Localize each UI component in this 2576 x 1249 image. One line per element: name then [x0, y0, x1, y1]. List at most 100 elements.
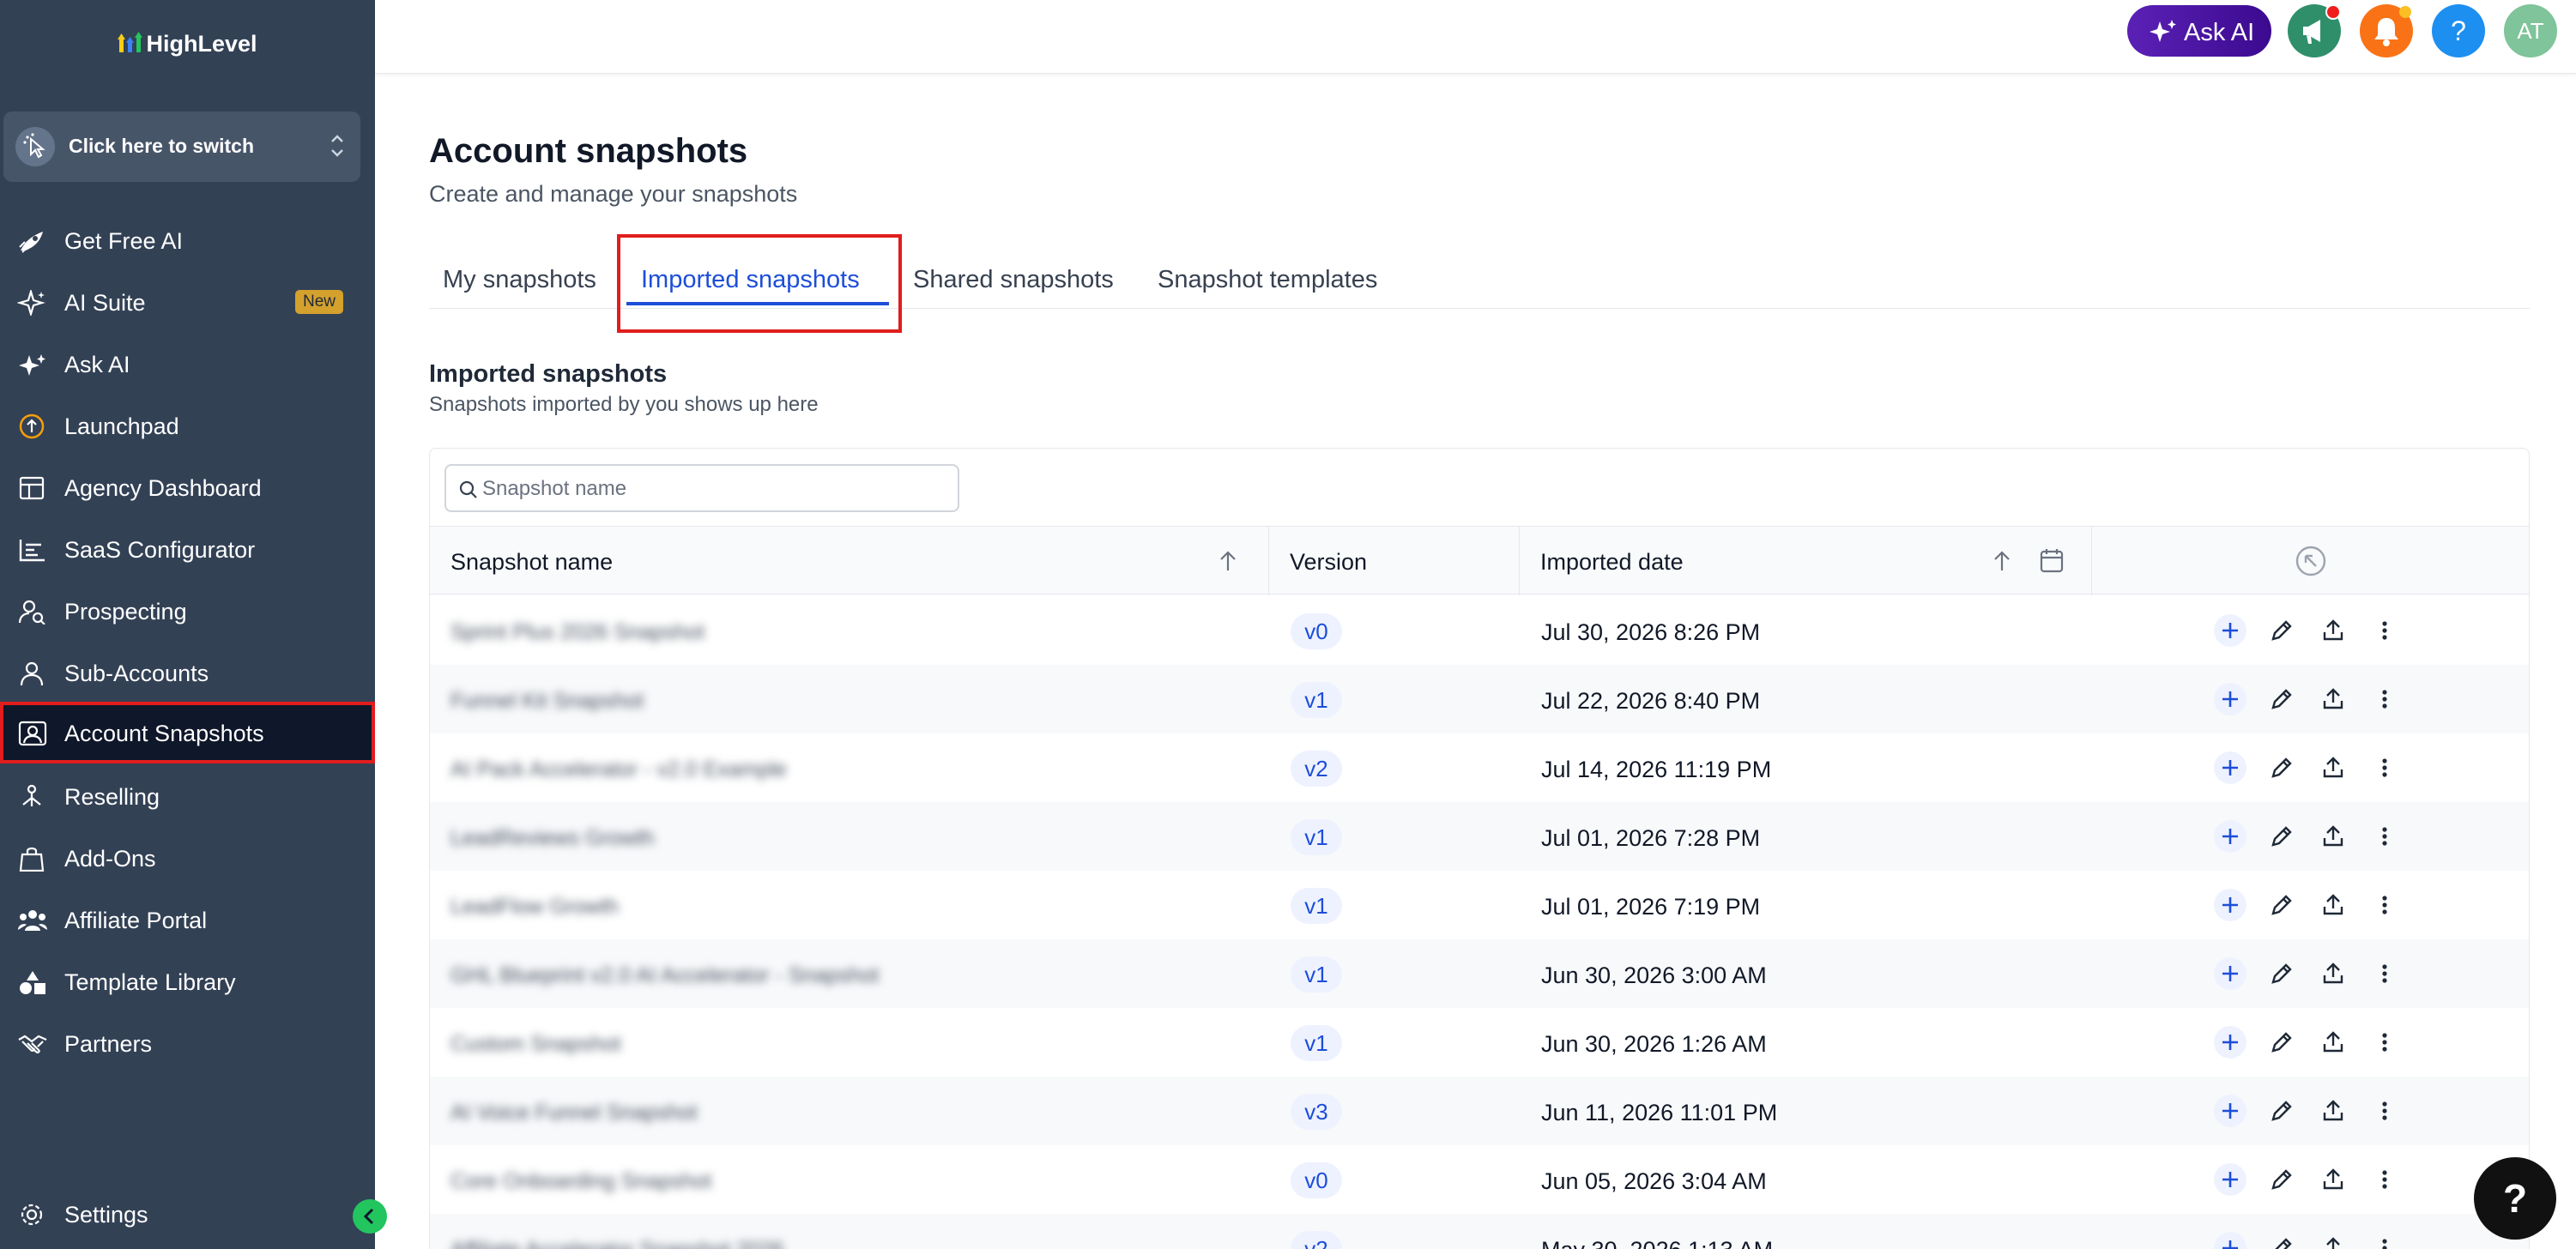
sidebar-item-prospecting[interactable]: Prospecting — [0, 580, 375, 642]
sidebar-item-launchpad[interactable]: Launchpad — [0, 395, 375, 456]
imported-date: Jun 11, 2026 11:01 PM — [1541, 1100, 1778, 1125]
help-fab-button[interactable]: ? — [2474, 1157, 2556, 1240]
table-row[interactable]: Funnel Kit Snapshot v1 Jul 22, 2026 8:40… — [430, 665, 2529, 733]
upload-share-icon[interactable] — [2316, 751, 2350, 785]
sort-arrow-up-icon[interactable] — [1218, 549, 1238, 577]
avatar[interactable]: AT — [2504, 4, 2557, 57]
notifications-button[interactable] — [2360, 4, 2413, 57]
sidebar-item-reselling[interactable]: Reselling — [0, 765, 375, 827]
sidebar-item-sub-accounts[interactable]: Sub-Accounts — [0, 642, 375, 703]
column-label: Imported date — [1540, 549, 1684, 575]
upload-share-icon[interactable] — [2316, 682, 2350, 716]
more-vertical-icon[interactable] — [2367, 1025, 2402, 1059]
collapse-sidebar-button[interactable] — [353, 1199, 387, 1234]
add-icon[interactable] — [2213, 613, 2247, 648]
sidebar-item-affiliate-portal[interactable]: Affiliate Portal — [0, 889, 375, 950]
edit-pencil-icon[interactable] — [2265, 819, 2299, 854]
upload-share-icon[interactable] — [2316, 1162, 2350, 1197]
add-icon[interactable] — [2213, 682, 2247, 716]
sidebar-item-saas-configurator[interactable]: SaaS Configurator — [0, 518, 375, 580]
imported-date: Jul 30, 2026 8:26 PM — [1541, 619, 1761, 645]
tab-shared-snapshots[interactable]: Shared snapshots — [913, 266, 1114, 294]
upload-share-icon[interactable] — [2316, 819, 2350, 854]
rocket-icon — [17, 228, 48, 254]
upload-share-icon[interactable] — [2316, 1231, 2350, 1249]
add-icon[interactable] — [2213, 888, 2247, 922]
brand-logo[interactable]: HighLevel — [0, 31, 375, 60]
help-button[interactable]: ? — [2432, 4, 2485, 57]
more-vertical-icon[interactable] — [2367, 751, 2402, 785]
sidebar-item-ai-suite[interactable]: AI Suite New — [0, 271, 375, 333]
upload-share-icon[interactable] — [2316, 956, 2350, 991]
edit-pencil-icon[interactable] — [2265, 1025, 2299, 1059]
table-row[interactable]: LeadFlow Growth v1 Jul 01, 2026 7:19 PM — [430, 871, 2529, 939]
table-row[interactable]: Custom Snapshot v1 Jun 30, 2026 1:26 AM — [430, 1008, 2529, 1077]
more-vertical-icon[interactable] — [2367, 819, 2402, 854]
add-icon[interactable] — [2213, 956, 2247, 991]
search-input[interactable] — [482, 474, 946, 504]
calendar-icon[interactable] — [2040, 547, 2064, 577]
column-header-imported-date[interactable]: Imported date — [1520, 527, 2092, 595]
sidebar-item-label: Reselling — [64, 784, 160, 810]
upload-share-icon[interactable] — [2316, 888, 2350, 922]
more-vertical-icon[interactable] — [2367, 888, 2402, 922]
upload-share-icon[interactable] — [2316, 1025, 2350, 1059]
sort-arrow-up-icon[interactable] — [1992, 549, 2012, 577]
sidebar-item-account-snapshots[interactable]: Account Snapshots — [0, 702, 375, 763]
sidebar-item-label: Sub-Accounts — [64, 661, 209, 686]
table-row[interactable]: Affiliate Accelerator Snapshot 2026 v2 M… — [430, 1214, 2529, 1249]
edit-pencil-icon[interactable] — [2265, 682, 2299, 716]
snapshot-name: Sprint Plus 2026 Snapshot — [450, 620, 705, 644]
more-vertical-icon[interactable] — [2367, 956, 2402, 991]
snapshot-icon — [17, 721, 48, 746]
account-switcher[interactable]: Click here to switch — [3, 112, 360, 182]
sidebar-item-partners[interactable]: Partners — [0, 1012, 375, 1074]
more-vertical-icon[interactable] — [2367, 613, 2402, 648]
tab-snapshot-templates[interactable]: Snapshot templates — [1158, 266, 1377, 294]
more-vertical-icon[interactable] — [2367, 1231, 2402, 1249]
ask-ai-button[interactable]: Ask AI — [2127, 5, 2271, 57]
edit-pencil-icon[interactable] — [2265, 751, 2299, 785]
sidebar-item-ask-ai[interactable]: Ask AI — [0, 333, 375, 395]
imported-date: Jun 30, 2026 1:26 AM — [1541, 1031, 1767, 1057]
sidebar-item-get-free-ai[interactable]: Get Free AI — [0, 209, 375, 271]
announcements-button[interactable] — [2288, 4, 2341, 57]
add-icon[interactable] — [2213, 1094, 2247, 1128]
more-vertical-icon[interactable] — [2367, 1094, 2402, 1128]
sidebar-item-add-ons[interactable]: Add-Ons — [0, 827, 375, 889]
edit-pencil-icon[interactable] — [2265, 1094, 2299, 1128]
section-subtitle: Snapshots imported by you shows up here — [429, 393, 819, 416]
add-icon[interactable] — [2213, 1231, 2247, 1249]
sidebar-item-template-library[interactable]: Template Library — [0, 950, 375, 1012]
table-row[interactable]: Core Onboarding Snapshot v0 Jun 05, 2026… — [430, 1145, 2529, 1214]
sidebar-item-label: Agency Dashboard — [64, 475, 262, 501]
edit-pencil-icon[interactable] — [2265, 613, 2299, 648]
search-field[interactable] — [444, 464, 959, 512]
column-header-version: Version — [1269, 527, 1520, 595]
table-row[interactable]: Sprint Plus 2026 Snapshot v0 Jul 30, 202… — [430, 596, 2529, 665]
more-vertical-icon[interactable] — [2367, 682, 2402, 716]
upload-share-icon[interactable] — [2316, 1094, 2350, 1128]
sidebar-item-label: Prospecting — [64, 599, 187, 624]
add-icon[interactable] — [2213, 1162, 2247, 1197]
add-icon[interactable] — [2213, 1025, 2247, 1059]
edit-pencil-icon[interactable] — [2265, 888, 2299, 922]
column-header-snapshot-name[interactable]: Snapshot name — [430, 527, 1269, 595]
table-row[interactable]: GHL Blueprint v2.0 AI Accelerator - Snap… — [430, 939, 2529, 1008]
edit-pencil-icon[interactable] — [2265, 1231, 2299, 1249]
table-row[interactable]: AI Pack Accelerator - v2.0 Example v2 Ju… — [430, 733, 2529, 802]
table-row[interactable]: AI Voice Funnel Snapshot v3 Jun 11, 2026… — [430, 1077, 2529, 1145]
tab-my-snapshots[interactable]: My snapshots — [443, 266, 596, 294]
table-row[interactable]: LeadReviews Growth v1 Jul 01, 2026 7:28 … — [430, 802, 2529, 871]
column-settings-icon[interactable] — [2294, 544, 2328, 582]
sidebar-item-label: Affiliate Portal — [64, 908, 208, 933]
sidebar-item-agency-dashboard[interactable]: Agency Dashboard — [0, 456, 375, 518]
more-vertical-icon[interactable] — [2367, 1162, 2402, 1197]
sidebar-item-settings[interactable]: Settings — [0, 1183, 375, 1245]
edit-pencil-icon[interactable] — [2265, 1162, 2299, 1197]
user-icon — [17, 661, 48, 686]
edit-pencil-icon[interactable] — [2265, 956, 2299, 991]
upload-share-icon[interactable] — [2316, 613, 2350, 648]
add-icon[interactable] — [2213, 819, 2247, 854]
add-icon[interactable] — [2213, 751, 2247, 785]
